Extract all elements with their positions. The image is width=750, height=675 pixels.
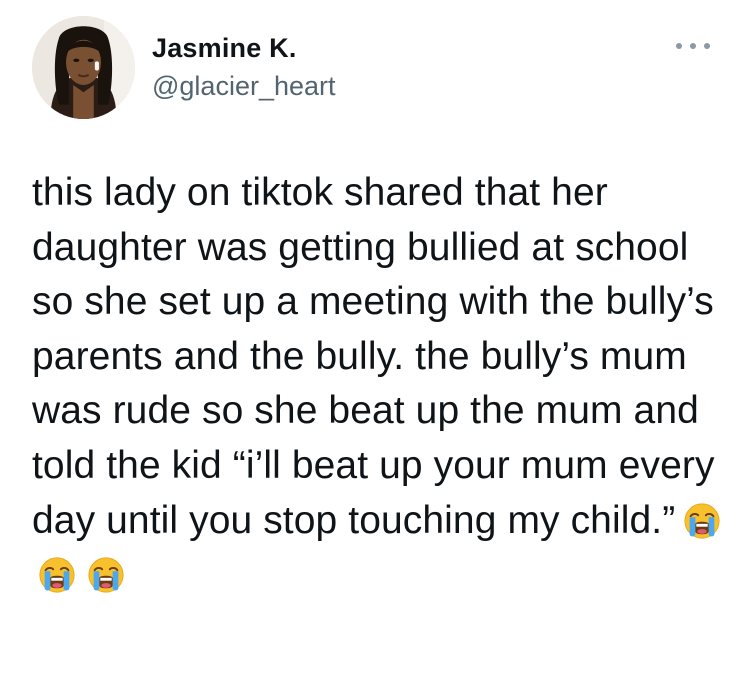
loudly-crying-face-icon bbox=[87, 556, 125, 594]
more-options-icon bbox=[676, 43, 682, 49]
tweet-text: this lady on tiktok shared that her daug… bbox=[32, 171, 715, 542]
tweet-text-container: this lady on tiktok shared that her daug… bbox=[32, 166, 722, 603]
more-options-icon bbox=[704, 43, 710, 49]
loudly-crying-face-icon bbox=[683, 502, 721, 540]
avatar-photo bbox=[32, 16, 135, 119]
loudly-crying-face-icon bbox=[38, 556, 76, 594]
more-options-icon bbox=[690, 43, 696, 49]
author-handle[interactable]: @glacier_heart bbox=[152, 71, 336, 102]
avatar[interactable] bbox=[32, 16, 135, 119]
author-name[interactable]: Jasmine K. bbox=[152, 33, 297, 64]
more-options-button[interactable] bbox=[676, 36, 710, 56]
tweet-card: Jasmine K. @glacier_heart this lady on t… bbox=[0, 0, 750, 675]
